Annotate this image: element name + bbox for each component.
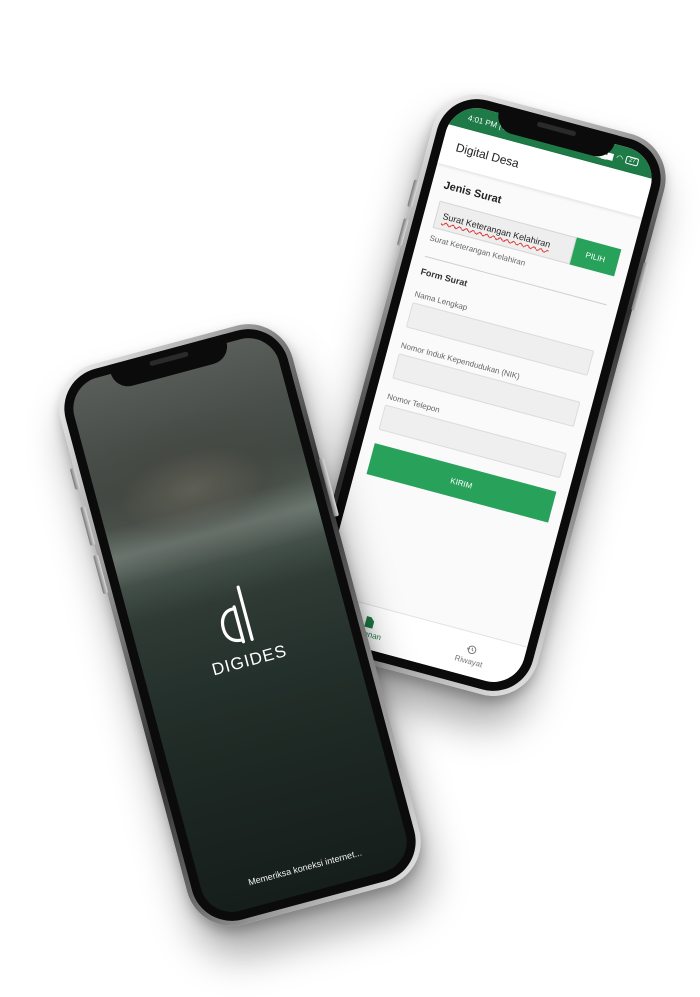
document-icon <box>364 615 375 629</box>
brand-block: DIGIDES <box>127 558 355 698</box>
digides-logo-icon <box>220 585 254 644</box>
pilih-button[interactable]: PILIH <box>569 237 622 277</box>
app-screen: 4:01 PM | 1... ▂▄▆ ◠ 27 Digital Desa Jen… <box>311 100 659 690</box>
history-icon <box>467 645 477 654</box>
app-title: Digital Desa <box>454 140 521 171</box>
connection-status-text: Memeriksa koneksi internet... <box>247 847 363 888</box>
wifi-icon: ◠ <box>615 152 625 164</box>
nav-label-riwayat: Riwayat <box>453 652 484 669</box>
battery-icon: 27 <box>625 155 640 167</box>
app-body: Jenis Surat Surat Keterangan Kelahiran P… <box>323 163 643 647</box>
